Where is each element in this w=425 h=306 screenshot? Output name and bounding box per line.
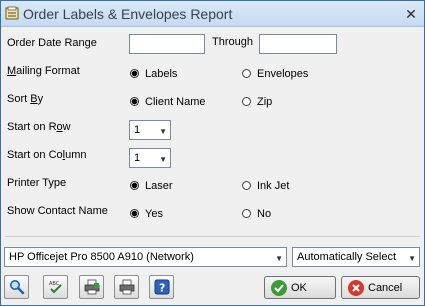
start-column-value: 1 bbox=[134, 152, 141, 164]
tray-select-value: Automatically Select bbox=[297, 251, 397, 263]
printer-select[interactable]: HP Officejet Pro 8500 A910 (Network) ▼ bbox=[4, 247, 287, 267]
radio-zip-dot bbox=[242, 97, 251, 106]
close-button[interactable]: ✕ bbox=[402, 5, 420, 23]
radio-yes-dot bbox=[130, 209, 139, 218]
radio-labels[interactable]: Labels bbox=[130, 68, 177, 80]
spellcheck-button[interactable]: ABC bbox=[43, 275, 68, 299]
ok-button[interactable]: OK bbox=[264, 276, 336, 299]
svg-text:?: ? bbox=[159, 282, 165, 295]
radio-zip[interactable]: Zip bbox=[242, 96, 272, 108]
sort-by-label: Sort By bbox=[7, 93, 44, 105]
title-bar: Order Labels & Envelopes Report ✕ bbox=[1, 1, 424, 27]
chevron-down-icon: ▼ bbox=[159, 155, 167, 164]
start-row-select[interactable]: 1 ▼ bbox=[129, 120, 171, 140]
cancel-icon bbox=[348, 280, 364, 296]
through-label: Through bbox=[212, 36, 253, 48]
help-icon: ? bbox=[154, 279, 170, 295]
radio-ink-jet[interactable]: Ink Jet bbox=[242, 180, 289, 192]
checkmark-icon bbox=[271, 280, 287, 296]
printer-select-value: HP Officejet Pro 8500 A910 (Network) bbox=[9, 251, 194, 263]
print-setup-icon bbox=[84, 279, 100, 295]
preview-button[interactable] bbox=[4, 275, 29, 299]
print-button[interactable] bbox=[114, 275, 139, 299]
radio-envelopes[interactable]: Envelopes bbox=[242, 68, 308, 80]
printer-type-label: Printer Type bbox=[7, 177, 67, 189]
radio-labels-dot bbox=[130, 69, 139, 78]
report-dialog: Order Labels & Envelopes Report ✕ Order … bbox=[0, 0, 425, 306]
chevron-down-icon: ▼ bbox=[408, 254, 416, 263]
start-on-row-label: Start on Row bbox=[7, 121, 71, 133]
order-date-range-label: Order Date Range bbox=[7, 37, 97, 49]
show-contact-name-label: Show Contact Name bbox=[7, 205, 108, 217]
window-title: Order Labels & Envelopes Report bbox=[23, 6, 233, 22]
mailing-format-label: Mailing Format bbox=[7, 65, 80, 77]
radio-no[interactable]: No bbox=[242, 208, 271, 220]
radio-laser[interactable]: Laser bbox=[130, 180, 173, 192]
radio-client-name-dot bbox=[130, 97, 139, 106]
print-setup-button[interactable] bbox=[79, 275, 104, 299]
order-date-to-input[interactable] bbox=[259, 34, 337, 54]
print-icon bbox=[119, 279, 135, 295]
cancel-button[interactable]: Cancel bbox=[341, 276, 420, 299]
radio-yes[interactable]: Yes bbox=[130, 208, 163, 220]
svg-text:ABC: ABC bbox=[49, 281, 60, 287]
preview-icon bbox=[10, 280, 25, 295]
divider bbox=[5, 236, 420, 237]
spellcheck-icon: ABC bbox=[49, 281, 62, 294]
radio-envelopes-dot bbox=[242, 69, 251, 78]
radio-no-dot bbox=[242, 209, 251, 218]
tray-select[interactable]: Automatically Select ▼ bbox=[292, 247, 420, 267]
start-row-value: 1 bbox=[134, 124, 141, 136]
order-date-from-input[interactable] bbox=[129, 34, 205, 54]
chevron-down-icon: ▼ bbox=[159, 127, 167, 136]
report-icon bbox=[5, 6, 19, 20]
chevron-down-icon: ▼ bbox=[275, 254, 283, 263]
radio-client-name[interactable]: Client Name bbox=[130, 96, 206, 108]
start-on-column-label: Start on Column bbox=[7, 149, 87, 161]
help-button[interactable]: ? bbox=[149, 275, 174, 299]
cancel-label: Cancel bbox=[368, 282, 403, 294]
radio-laser-dot bbox=[130, 181, 139, 190]
dialog-body: Order Date Range Through Mailing Format … bbox=[1, 28, 424, 305]
start-column-select[interactable]: 1 ▼ bbox=[129, 148, 171, 168]
ok-label: OK bbox=[291, 282, 307, 294]
radio-ink-jet-dot bbox=[242, 181, 251, 190]
